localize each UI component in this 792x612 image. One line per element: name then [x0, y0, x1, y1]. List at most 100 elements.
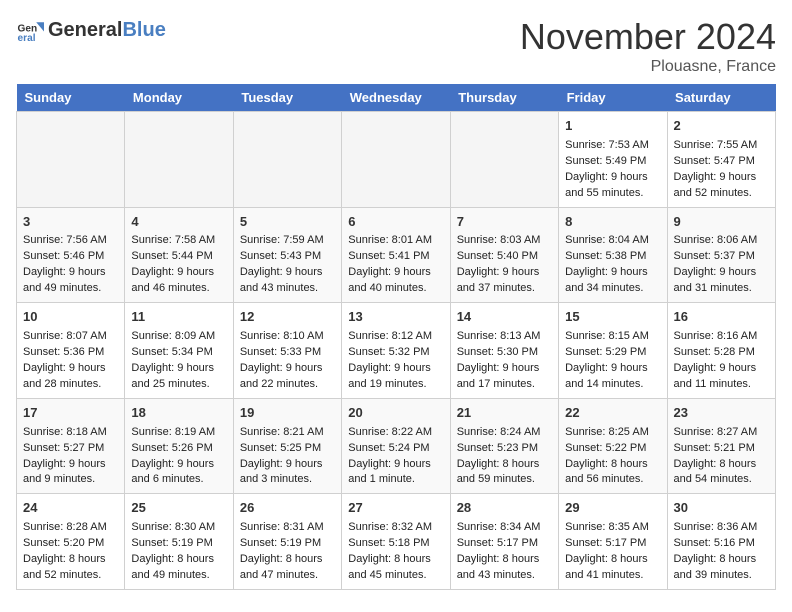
calendar-cell: 21Sunrise: 8:24 AM Sunset: 5:23 PM Dayli…	[450, 398, 558, 494]
day-number: 18	[131, 404, 226, 423]
weekday-header-wednesday: Wednesday	[342, 84, 450, 112]
day-number: 30	[674, 499, 769, 518]
calendar-cell: 27 Sunrise: 8:32 AM Sunset: 5:18 PM Dayli…	[342, 494, 450, 590]
day-info: Sunrise: 8:32 AM Sunset: 5:18 PM Dayligh…	[348, 520, 443, 584]
day-info: Sunrise: 8:28 AM Sunset: 5:20 PM Dayligh…	[23, 520, 118, 584]
calendar-cell: 8Sunrise: 8:04 AM Sunset: 5:38 PM Daylig…	[559, 207, 667, 303]
logo: Gen eral GeneralBlue	[16, 16, 166, 44]
calendar-cell: 6Sunrise: 8:01 AM Sunset: 5:41 PM Daylig…	[342, 207, 450, 303]
calendar-cell: 28 Sunrise: 8:34 AM Sunset: 5:17 PM Dayli…	[450, 494, 558, 590]
day-number: 28	[457, 499, 552, 518]
weekday-header-saturday: Saturday	[667, 84, 775, 112]
calendar-cell: 29Sunrise: 8:35 AM Sunset: 5:17 PM Dayli…	[559, 494, 667, 590]
day-info: Sunrise: 8:12 AM Sunset: 5:32 PM Dayligh…	[348, 329, 443, 393]
logo-blue: Blue	[122, 19, 165, 42]
calendar-cell: 17 Sunrise: 8:18 AM Sunset: 5:27 PM Dayli…	[17, 398, 125, 494]
day-number: 29	[565, 499, 660, 518]
calendar-cell: 9Sunrise: 8:06 AM Sunset: 5:37 PM Daylig…	[667, 207, 775, 303]
svg-text:eral: eral	[18, 33, 36, 44]
day-info: Sunrise: 8:21 AM Sunset: 5:25 PM Dayligh…	[240, 425, 335, 489]
day-number: 26	[240, 499, 335, 518]
day-number: 17	[23, 404, 118, 423]
calendar-cell	[233, 112, 341, 208]
weekday-header-monday: Monday	[125, 84, 233, 112]
day-info: Sunrise: 8:13 AM Sunset: 5:30 PM Dayligh…	[457, 329, 552, 393]
day-info: Sunrise: 8:30 AM Sunset: 5:19 PM Dayligh…	[131, 520, 226, 584]
calendar-cell: 16 Sunrise: 8:16 AM Sunset: 5:28 PM Dayli…	[667, 303, 775, 399]
day-info: Sunrise: 8:19 AM Sunset: 5:26 PM Dayligh…	[131, 425, 226, 489]
calendar-cell: 24 Sunrise: 8:28 AM Sunset: 5:20 PM Dayli…	[17, 494, 125, 590]
day-info: Sunrise: 8:24 AM Sunset: 5:23 PM Dayligh…	[457, 425, 552, 489]
weekday-header-tuesday: Tuesday	[233, 84, 341, 112]
day-number: 3	[23, 213, 118, 232]
logo-icon: Gen eral	[16, 16, 44, 44]
day-info: Sunrise: 8:09 AM Sunset: 5:34 PM Dayligh…	[131, 329, 226, 393]
calendar-cell: 7Sunrise: 8:03 AM Sunset: 5:40 PM Daylig…	[450, 207, 558, 303]
day-info: Sunrise: 8:31 AM Sunset: 5:19 PM Dayligh…	[240, 520, 335, 584]
day-number: 5	[240, 213, 335, 232]
day-number: 25	[131, 499, 226, 518]
day-number: 16	[674, 308, 769, 327]
day-number: 19	[240, 404, 335, 423]
calendar-cell: 5Sunrise: 7:59 AM Sunset: 5:43 PM Daylig…	[233, 207, 341, 303]
calendar-cell: 10 Sunrise: 8:07 AM Sunset: 5:36 PM Dayli…	[17, 303, 125, 399]
calendar-cell	[125, 112, 233, 208]
day-info: Sunrise: 8:34 AM Sunset: 5:17 PM Dayligh…	[457, 520, 552, 584]
calendar-week-row: 24 Sunrise: 8:28 AM Sunset: 5:20 PM Dayli…	[17, 494, 776, 590]
day-number: 23	[674, 404, 769, 423]
day-number: 20	[348, 404, 443, 423]
day-info: Sunrise: 8:36 AM Sunset: 5:16 PM Dayligh…	[674, 520, 769, 584]
day-info: Sunrise: 8:22 AM Sunset: 5:24 PM Dayligh…	[348, 425, 443, 489]
calendar-cell: 19 Sunrise: 8:21 AM Sunset: 5:25 PM Dayli…	[233, 398, 341, 494]
day-number: 14	[457, 308, 552, 327]
calendar-cell: 1Sunrise: 7:53 AM Sunset: 5:49 PM Daylig…	[559, 112, 667, 208]
day-info: Sunrise: 8:07 AM Sunset: 5:36 PM Dayligh…	[23, 329, 118, 393]
weekday-header-thursday: Thursday	[450, 84, 558, 112]
day-number: 1	[565, 117, 660, 136]
day-info: Sunrise: 8:10 AM Sunset: 5:33 PM Dayligh…	[240, 329, 335, 393]
page-header: Gen eral GeneralBlue November 2024 Ploua…	[16, 16, 776, 76]
logo-general: General	[48, 19, 122, 42]
day-info: Sunrise: 8:18 AM Sunset: 5:27 PM Dayligh…	[23, 425, 118, 489]
calendar-cell: 26 Sunrise: 8:31 AM Sunset: 5:19 PM Dayli…	[233, 494, 341, 590]
weekday-header-sunday: Sunday	[17, 84, 125, 112]
day-info: Sunrise: 8:01 AM Sunset: 5:41 PM Dayligh…	[348, 233, 443, 297]
calendar-table: SundayMondayTuesdayWednesdayThursdayFrid…	[16, 84, 776, 590]
day-number: 9	[674, 213, 769, 232]
calendar-cell: 30 Sunrise: 8:36 AM Sunset: 5:16 PM Dayli…	[667, 494, 775, 590]
weekday-header-row: SundayMondayTuesdayWednesdayThursdayFrid…	[17, 84, 776, 112]
day-number: 24	[23, 499, 118, 518]
day-info: Sunrise: 8:03 AM Sunset: 5:40 PM Dayligh…	[457, 233, 552, 297]
weekday-header-friday: Friday	[559, 84, 667, 112]
day-number: 4	[131, 213, 226, 232]
day-number: 10	[23, 308, 118, 327]
calendar-cell	[450, 112, 558, 208]
calendar-cell	[342, 112, 450, 208]
calendar-cell: 20 Sunrise: 8:22 AM Sunset: 5:24 PM Dayli…	[342, 398, 450, 494]
day-number: 7	[457, 213, 552, 232]
calendar-cell: 4Sunrise: 7:58 AM Sunset: 5:44 PM Daylig…	[125, 207, 233, 303]
day-number: 8	[565, 213, 660, 232]
month-title: November 2024	[520, 16, 776, 58]
location-title: Plouasne, France	[520, 58, 776, 76]
day-info: Sunrise: 8:25 AM Sunset: 5:22 PM Dayligh…	[565, 425, 660, 489]
day-number: 13	[348, 308, 443, 327]
day-number: 12	[240, 308, 335, 327]
calendar-cell: 18 Sunrise: 8:19 AM Sunset: 5:26 PM Dayli…	[125, 398, 233, 494]
calendar-cell: 25 Sunrise: 8:30 AM Sunset: 5:19 PM Dayli…	[125, 494, 233, 590]
calendar-cell: 12 Sunrise: 8:10 AM Sunset: 5:33 PM Dayli…	[233, 303, 341, 399]
day-number: 2	[674, 117, 769, 136]
calendar-week-row: 1Sunrise: 7:53 AM Sunset: 5:49 PM Daylig…	[17, 112, 776, 208]
day-number: 11	[131, 308, 226, 327]
calendar-week-row: 3Sunrise: 7:56 AM Sunset: 5:46 PM Daylig…	[17, 207, 776, 303]
calendar-week-row: 10 Sunrise: 8:07 AM Sunset: 5:36 PM Dayli…	[17, 303, 776, 399]
day-info: Sunrise: 8:16 AM Sunset: 5:28 PM Dayligh…	[674, 329, 769, 393]
day-info: Sunrise: 8:15 AM Sunset: 5:29 PM Dayligh…	[565, 329, 660, 393]
day-info: Sunrise: 7:56 AM Sunset: 5:46 PM Dayligh…	[23, 233, 118, 297]
day-number: 27	[348, 499, 443, 518]
day-number: 6	[348, 213, 443, 232]
day-info: Sunrise: 7:59 AM Sunset: 5:43 PM Dayligh…	[240, 233, 335, 297]
calendar-week-row: 17 Sunrise: 8:18 AM Sunset: 5:27 PM Dayli…	[17, 398, 776, 494]
calendar-cell: 15Sunrise: 8:15 AM Sunset: 5:29 PM Dayli…	[559, 303, 667, 399]
calendar-cell: 3Sunrise: 7:56 AM Sunset: 5:46 PM Daylig…	[17, 207, 125, 303]
